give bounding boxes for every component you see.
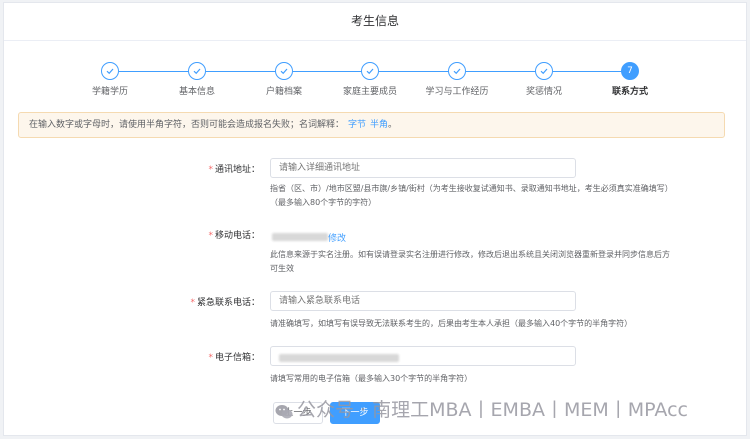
check-icon: [448, 62, 466, 80]
emergency-hint: 请准确填写，如填写有误导致无法联系考生的，后果由考生本人承担（最多输入40个字节…: [270, 319, 633, 328]
step-connector: [466, 71, 538, 72]
step-label: 联系方式: [611, 87, 648, 97]
required-mark: *: [208, 353, 213, 363]
page-title: 考生信息: [4, 3, 746, 41]
email-input[interactable]: [270, 346, 576, 366]
glossary-link-halfwidth[interactable]: 半角: [370, 120, 388, 130]
required-mark: *: [208, 165, 213, 175]
step-label: 学籍学历: [91, 87, 128, 97]
mobile-value: 修改: [272, 226, 346, 245]
step-label: 家庭主要成员: [342, 87, 397, 97]
step-number: 7: [621, 62, 639, 80]
masked-phone: [272, 232, 328, 241]
mobile-hint: 此信息来源于实名注册。如有误请登录实名注册进行修改，修改后退出系统且关闭浏览器重…: [270, 250, 670, 273]
watermark: 公众号 · 南理工MBA丨EMBA丨MEM丨MPAcc: [275, 395, 688, 422]
check-icon: [275, 62, 293, 80]
step-label: 学习与工作经历: [425, 87, 489, 97]
step-2[interactable]: 基本信息: [157, 62, 237, 97]
emergency-phone-input[interactable]: [270, 291, 576, 311]
notice-banner: 在输入数字或字母时，请使用半角字符，否则可能会造成报名失败；名词解释： 字节 半角。: [18, 112, 725, 138]
address-input[interactable]: [270, 158, 576, 178]
email-hint: 请填写常用的电子信箱（最多输入30个字节的半角字符）: [270, 374, 473, 383]
address-hint: 指省（区、市）/地市区盟/县市旗/乡镇/街村（为考生接收复试通知书、录取通知书地…: [270, 184, 673, 207]
step-connector: [379, 71, 451, 72]
mobile-modify-link[interactable]: 修改: [328, 234, 346, 244]
step-connector: [206, 71, 278, 72]
notice-suffix: 。: [388, 120, 398, 130]
watermark-text: 公众号 · 南理工MBA丨EMBA丨MEM丨MPAcc: [297, 399, 688, 421]
step-5[interactable]: 学习与工作经历: [417, 62, 497, 97]
step-label: 户籍档案: [265, 87, 302, 97]
check-icon: [188, 62, 206, 80]
progress-steps: 学籍学历 基本信息 户籍档案 家庭主要成员 学习与工作经历 奖惩情况 7 联系方…: [70, 62, 670, 102]
required-mark: *: [190, 298, 195, 308]
step-label: 基本信息: [178, 87, 215, 97]
required-mark: *: [208, 231, 213, 241]
mobile-label: 移动电话：: [214, 231, 260, 241]
step-connector: [553, 71, 625, 72]
step-4[interactable]: 家庭主要成员: [330, 62, 410, 97]
step-connector: [119, 71, 191, 72]
notice-text: 在输入数字或字母时，请使用半角字符，否则可能会造成报名失败；名词解释：: [29, 120, 345, 130]
masked-email: [279, 354, 399, 362]
check-icon: [101, 62, 119, 80]
glossary-link-byte[interactable]: 字节: [348, 120, 366, 130]
step-6[interactable]: 奖惩情况: [504, 62, 584, 97]
check-icon: [535, 62, 553, 80]
step-1[interactable]: 学籍学历: [70, 62, 150, 97]
step-connector: [293, 71, 365, 72]
email-label: 电子信箱：: [214, 353, 260, 363]
address-label: 通讯地址：: [214, 165, 260, 175]
step-7[interactable]: 7 联系方式: [590, 62, 670, 97]
check-icon: [361, 62, 379, 80]
emergency-label: 紧急联系电话：: [196, 298, 260, 308]
wechat-icon: [275, 403, 293, 419]
step-label: 奖惩情况: [525, 87, 562, 97]
step-3[interactable]: 户籍档案: [244, 62, 324, 97]
